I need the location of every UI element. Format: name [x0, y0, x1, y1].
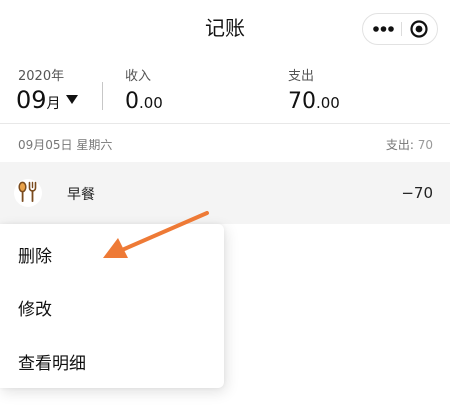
month-summary: 2020年 09月 收入 0.00 支出 70.00: [0, 56, 450, 122]
record-category-icon: [14, 179, 42, 207]
income-integer: 0: [125, 89, 139, 114]
context-menu: 删除 修改 查看明细: [0, 224, 224, 388]
month-number: 09: [16, 86, 47, 114]
close-target-icon: [410, 20, 428, 38]
expense-amount: 70.00: [288, 89, 340, 114]
income-amount: 0.00: [125, 89, 163, 114]
delete-menu-item[interactable]: 删除: [18, 242, 52, 267]
triangle-down-icon: [65, 95, 78, 104]
mini-program-capsule: [362, 13, 438, 45]
income-decimal: .00: [139, 94, 163, 112]
fork-spoon-icon: [18, 181, 37, 202]
view-details-menu-item[interactable]: 查看明细: [18, 349, 86, 374]
expense-decimal: .00: [316, 94, 340, 112]
close-button[interactable]: [402, 14, 438, 44]
month-picker[interactable]: 09月: [16, 86, 79, 120]
record-name: 早餐: [67, 187, 95, 203]
record-amount: −70: [401, 184, 433, 202]
day-total: 支出: 70: [386, 136, 433, 153]
month-unit: 月: [46, 96, 61, 112]
day-header: 09月05日 星期六 支出: 70: [0, 124, 450, 162]
edit-menu-item[interactable]: 修改: [18, 295, 52, 320]
income-label: 收入: [125, 69, 152, 84]
day-total-label: 支出:: [385, 138, 414, 152]
day-date: 09月05日 星期六: [18, 138, 113, 152]
day-total-value: 70: [413, 138, 433, 152]
record-row[interactable]: 早餐 −70: [0, 162, 450, 224]
more-dots-icon: [373, 26, 394, 32]
year-label: 2020年: [18, 69, 65, 84]
expense-label: 支出: [288, 69, 315, 84]
summary-divider: [102, 82, 103, 110]
navigation-bar: 记账: [0, 0, 450, 56]
more-button[interactable]: [363, 14, 401, 44]
expense-integer: 70: [288, 89, 316, 114]
